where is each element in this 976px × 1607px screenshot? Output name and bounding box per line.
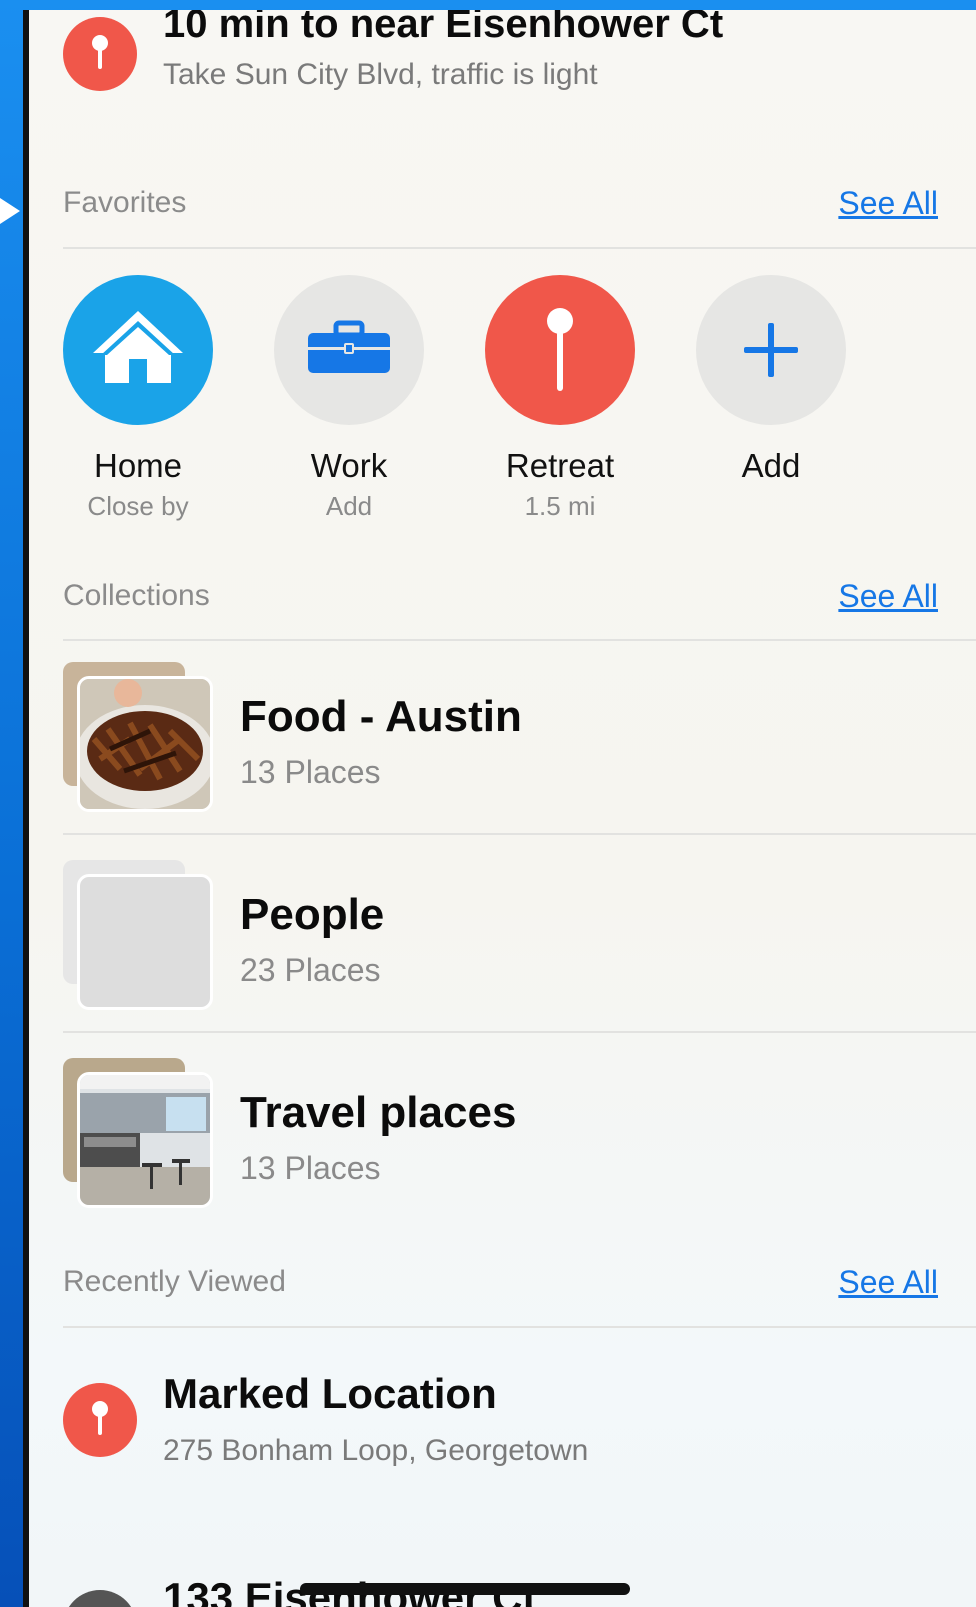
maps-sheet: 10 min to near Eisenhower Ct Take Sun Ci…	[29, 10, 976, 1607]
favorites-header: Favorites	[63, 186, 187, 219]
plus-icon	[696, 275, 846, 425]
phone-frame: 10 min to near Eisenhower Ct Take Sun Ci…	[23, 10, 976, 1607]
collection-item[interactable]: Travel places 13 Places	[29, 1058, 976, 1218]
collection-thumbnail	[63, 860, 213, 1010]
divider	[63, 247, 976, 249]
favorite-label: Retreat	[505, 447, 615, 484]
briefcase-icon	[274, 275, 424, 425]
favorites-see-all-link[interactable]: See All	[838, 185, 938, 222]
home-indicator[interactable]	[300, 1583, 630, 1595]
divider	[63, 1326, 976, 1328]
collection-subtitle: 23 Places	[240, 952, 381, 988]
collection-item[interactable]: Food - Austin 13 Places	[29, 662, 976, 822]
recent-subtitle: 275 Bonham Loop, Georgetown	[163, 1434, 589, 1467]
route-subtitle: Take Sun City Blvd, traffic is light	[163, 58, 598, 91]
pin-icon	[63, 1383, 137, 1457]
collection-title: Travel places	[240, 1088, 517, 1137]
route-pin-icon	[63, 17, 137, 91]
favorite-retreat[interactable]: Retreat 1.5 mi	[485, 275, 635, 522]
recently-viewed-see-all-link[interactable]: See All	[838, 1264, 938, 1301]
favorite-add-button[interactable]: Add	[696, 275, 846, 485]
favorite-home[interactable]: Home Close by	[63, 275, 213, 522]
favorite-sublabel: 1.5 mi	[524, 491, 596, 521]
favorite-sublabel: Close by	[87, 491, 189, 521]
divider	[63, 639, 976, 641]
recently-viewed-header: Recently Viewed	[63, 1265, 286, 1298]
collection-title: Food - Austin	[240, 692, 522, 741]
favorite-label: Work	[310, 447, 388, 484]
route-title[interactable]: 10 min to near Eisenhower Ct	[163, 10, 723, 47]
collection-title: People	[240, 890, 385, 939]
favorite-sublabel: Add	[325, 491, 373, 521]
collections-header: Collections	[63, 579, 210, 612]
favorite-label: Add	[741, 447, 801, 484]
recent-item[interactable]: Marked Location 275 Bonham Loop, Georget…	[29, 1360, 976, 1480]
collections-see-all-link[interactable]: See All	[838, 578, 938, 615]
recent-title: Marked Location	[163, 1370, 497, 1417]
collection-thumbnail	[63, 662, 213, 812]
collection-subtitle: 13 Places	[240, 1150, 381, 1186]
favorite-work[interactable]: Work Add	[274, 275, 424, 522]
collection-item[interactable]: People 23 Places	[29, 860, 976, 1020]
pin-icon	[485, 275, 635, 425]
collection-thumbnail	[63, 1058, 213, 1208]
divider	[63, 1031, 976, 1033]
divider	[63, 833, 976, 835]
favorite-label: Home	[93, 447, 183, 484]
location-icon	[63, 1590, 137, 1607]
house-icon	[63, 275, 213, 425]
pointer-arrow-icon	[0, 198, 20, 224]
collection-subtitle: 13 Places	[240, 754, 381, 790]
